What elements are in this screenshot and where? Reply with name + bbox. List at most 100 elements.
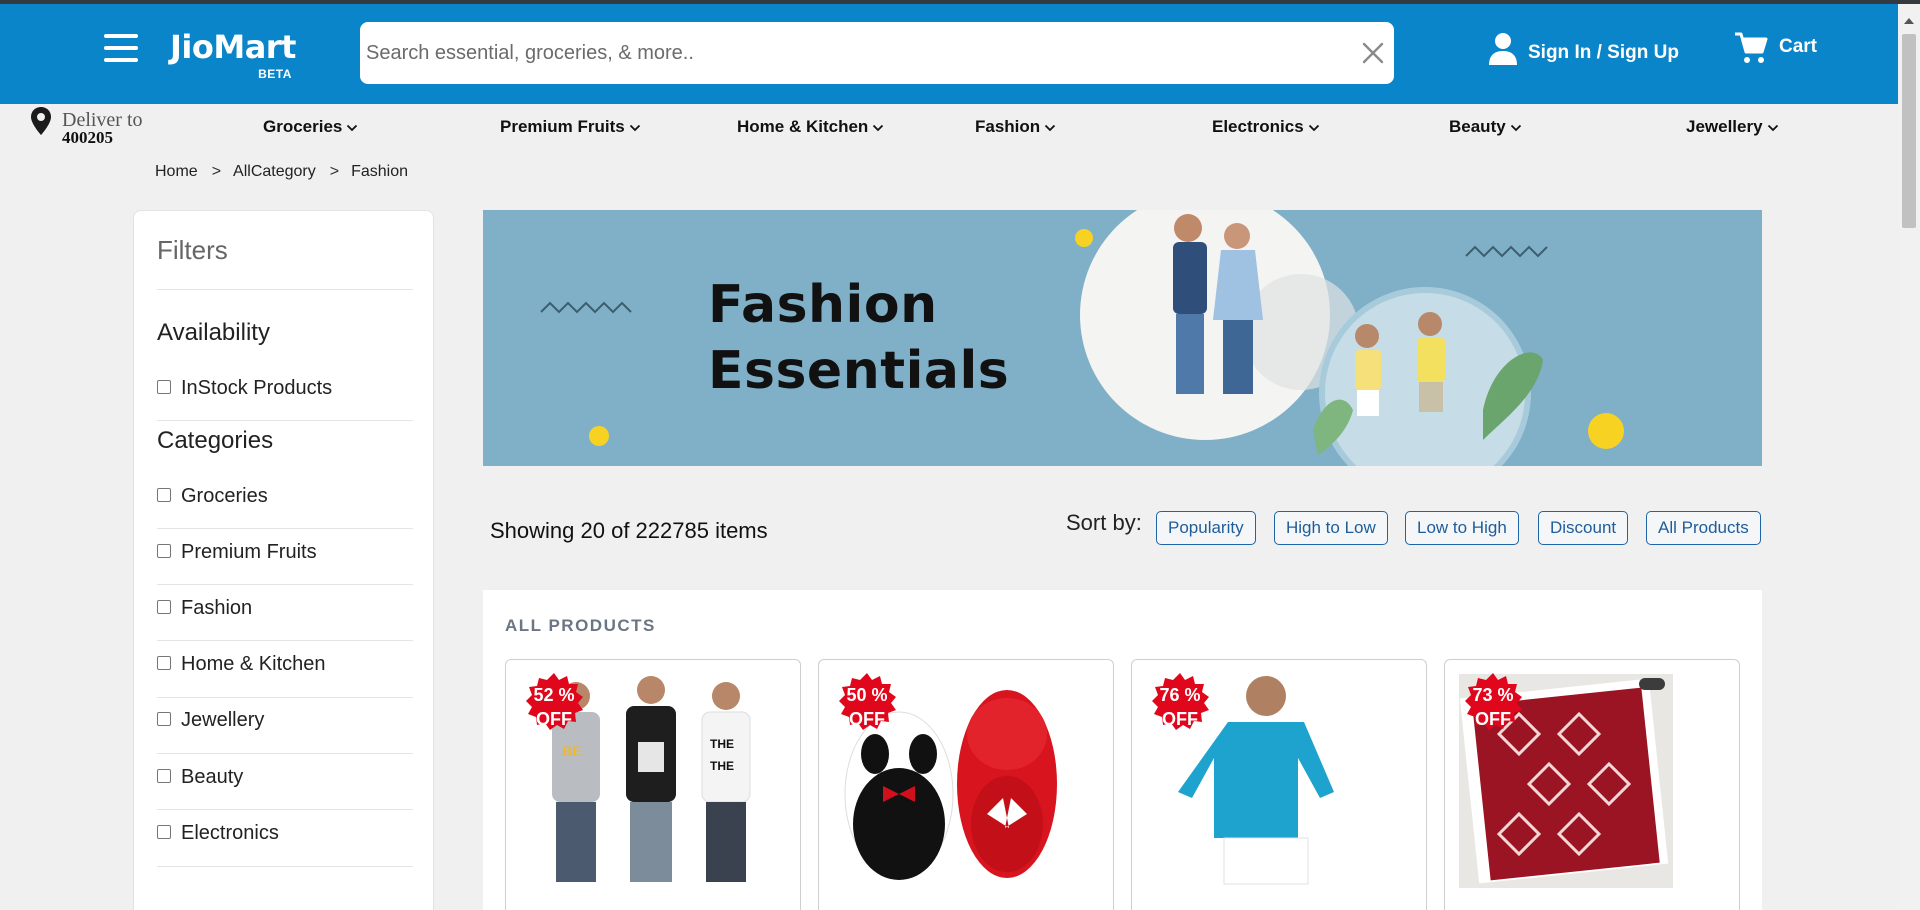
- product-card[interactable]: 76 % OFF: [1131, 659, 1427, 910]
- logo-beta-badge: BETA: [258, 67, 292, 81]
- discount-badge: 73 % OFF: [1462, 671, 1524, 733]
- cart-button[interactable]: Cart: [1733, 30, 1817, 66]
- categories-heading: Categories: [157, 427, 274, 454]
- location-pin-icon: [31, 107, 51, 135]
- discount-percent: 76 %: [1159, 685, 1201, 705]
- banner-headline: Fashion Essentials: [708, 272, 1009, 404]
- discount-percent: 73 %: [1472, 685, 1514, 705]
- discount-off: OFF: [849, 709, 885, 729]
- nav-item-jewellery[interactable]: Jewellery: [1686, 117, 1779, 137]
- scroll-up-icon[interactable]: [1898, 10, 1920, 32]
- checkbox[interactable]: [157, 379, 171, 394]
- sort-low-to-high-button[interactable]: Low to High: [1405, 511, 1519, 545]
- svg-text:BE: BE: [562, 743, 581, 759]
- filter-category-premium-fruits[interactable]: Premium Fruits: [157, 541, 317, 564]
- divider: [157, 697, 413, 698]
- nav-item-beauty[interactable]: Beauty: [1449, 117, 1522, 137]
- sort-by-label: Sort by:: [1066, 510, 1142, 535]
- divider: [157, 584, 413, 585]
- scrollbar-thumb[interactable]: [1902, 34, 1916, 228]
- filter-category-beauty[interactable]: Beauty: [157, 766, 243, 789]
- product-card[interactable]: 50 % OFF: [818, 659, 1114, 910]
- discount-badge: 52 % OFF: [523, 671, 585, 733]
- sort-discount-button[interactable]: Discount: [1538, 511, 1629, 545]
- filter-category-electronics[interactable]: Electronics: [157, 822, 279, 845]
- banner-artwork: [540, 210, 1624, 466]
- jiomart-logo[interactable]: JioMart BETA: [170, 28, 296, 81]
- product-card[interactable]: 73 % OFF: [1444, 659, 1740, 910]
- cart-label: Cart: [1779, 36, 1818, 57]
- page-scrollbar[interactable]: [1898, 4, 1920, 910]
- filter-label: Jewellery: [181, 709, 265, 731]
- svg-text:THE: THE: [710, 759, 734, 773]
- nav-item-home-kitchen[interactable]: Home & Kitchen: [737, 117, 884, 137]
- availability-heading: Availability: [157, 319, 270, 346]
- chevron-down-icon: [1510, 124, 1521, 132]
- banner-line1: Fashion: [708, 275, 938, 335]
- filter-label: Electronics: [181, 822, 279, 844]
- items-count: Showing 20 of 222785 items: [490, 518, 768, 543]
- discount-badge: 76 % OFF: [1149, 671, 1211, 733]
- products-panel: ALL PRODUCTS BE THE THE 52 % OFF 50 % OF…: [483, 590, 1762, 910]
- filters-panel: Filters Availability InStock Products Ca…: [133, 210, 434, 910]
- user-icon: [1489, 33, 1517, 65]
- filter-category-home-kitchen[interactable]: Home & Kitchen: [157, 653, 326, 676]
- banner-line2: Essentials: [708, 341, 1010, 401]
- filter-label: Home & Kitchen: [181, 653, 326, 675]
- checkbox[interactable]: [157, 824, 171, 839]
- chevron-down-icon: [629, 124, 640, 132]
- filter-label: Fashion: [181, 597, 253, 619]
- all-products-heading: ALL PRODUCTS: [505, 616, 656, 635]
- sign-in-button[interactable]: Sign In / Sign Up: [1488, 32, 1679, 66]
- breadcrumb-home[interactable]: Home: [155, 163, 198, 181]
- checkbox[interactable]: [157, 768, 171, 783]
- divider: [157, 753, 413, 754]
- sort-all-products-button[interactable]: All Products: [1646, 511, 1761, 545]
- nav-item-label: Jewellery: [1686, 117, 1763, 136]
- divider: [157, 420, 413, 421]
- product-card[interactable]: BE THE THE 52 % OFF: [505, 659, 801, 910]
- filter-instock-products[interactable]: InStock Products: [157, 377, 332, 400]
- nav-item-label: Electronics: [1212, 117, 1304, 136]
- breadcrumb: Home > AllCategory > Fashion: [155, 163, 408, 181]
- divider: [157, 866, 413, 867]
- svg-text:THE: THE: [710, 737, 734, 751]
- discount-badge: 50 % OFF: [836, 671, 898, 733]
- filter-category-jewellery[interactable]: Jewellery: [157, 709, 264, 732]
- clear-search-icon[interactable]: [1360, 40, 1386, 66]
- filter-label: Groceries: [181, 485, 268, 507]
- logo-text: JioMart: [170, 28, 296, 66]
- nav-item-premium-fruits[interactable]: Premium Fruits: [500, 117, 641, 137]
- divider: [157, 289, 413, 290]
- checkbox[interactable]: [157, 711, 171, 726]
- sort-high-to-low-button[interactable]: High to Low: [1274, 511, 1388, 545]
- checkbox[interactable]: [157, 655, 171, 670]
- checkbox[interactable]: [157, 599, 171, 614]
- sort-popularity-button[interactable]: Popularity: [1156, 511, 1256, 545]
- cart-icon: [1735, 32, 1768, 63]
- nav-item-electronics[interactable]: Electronics: [1212, 117, 1320, 137]
- nav-item-groceries[interactable]: Groceries: [263, 117, 358, 137]
- filter-label: Beauty: [181, 766, 244, 788]
- sign-in-label: Sign In / Sign Up: [1528, 42, 1679, 63]
- discount-percent: 50 %: [846, 685, 888, 705]
- search-input[interactable]: [364, 22, 1324, 84]
- filter-category-fashion[interactable]: Fashion: [157, 597, 252, 620]
- deliver-pincode: 400205: [62, 128, 113, 147]
- menu-icon[interactable]: [104, 34, 138, 62]
- search-bar: [360, 22, 1394, 84]
- filters-title: Filters: [157, 235, 228, 265]
- nav-item-label: Premium Fruits: [500, 117, 625, 136]
- fashion-essentials-banner[interactable]: Fashion Essentials: [483, 210, 1762, 466]
- filter-label: InStock Products: [181, 377, 333, 399]
- site-header: JioMart BETA Sign In / Sign Up Cart: [0, 4, 1898, 104]
- breadcrumb-allcategory[interactable]: AllCategory: [233, 163, 316, 181]
- divider: [157, 809, 413, 810]
- nav-item-fashion[interactable]: Fashion: [975, 117, 1056, 137]
- discount-off: OFF: [1475, 709, 1511, 729]
- nav-item-label: Home & Kitchen: [737, 117, 869, 136]
- checkbox[interactable]: [157, 543, 171, 558]
- filter-label: Premium Fruits: [181, 541, 317, 563]
- checkbox[interactable]: [157, 487, 171, 502]
- filter-category-groceries[interactable]: Groceries: [157, 485, 268, 508]
